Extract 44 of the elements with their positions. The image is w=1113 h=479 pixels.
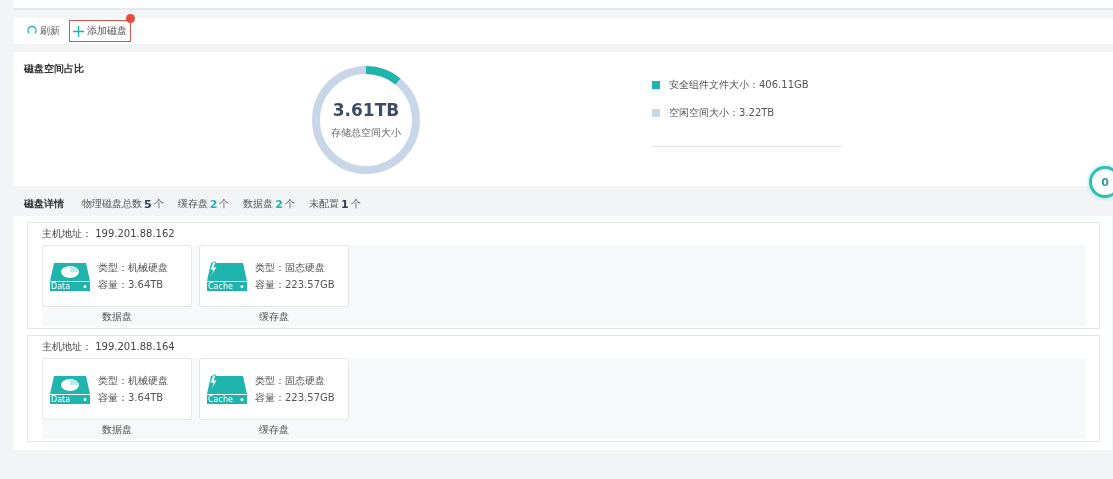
- section-title: 磁盘空间占比: [24, 62, 84, 76]
- stat-unit: 个: [219, 197, 230, 211]
- total-label: 存储总空间大小: [330, 126, 402, 140]
- refresh-icon: [27, 26, 37, 36]
- stat-count: 2: [209, 197, 218, 211]
- disk-type: 类型：机械硬盘: [98, 373, 168, 388]
- host-address: 主机地址： 199.201.88.162: [42, 227, 176, 241]
- disk-caption: 缓存盘: [259, 310, 289, 324]
- disk-type: 类型：固态硬盘: [255, 373, 326, 388]
- disk-type: 类型：机械硬盘: [98, 260, 168, 275]
- disk-type: 类型：固态硬盘: [255, 260, 326, 275]
- solid-state-drive-icon: [207, 261, 247, 291]
- solid-state-drive-icon: [207, 374, 247, 404]
- disk-capacity: 容量：3.64TB: [98, 390, 165, 405]
- add-disk-button[interactable]: 添加磁盘: [69, 20, 131, 42]
- hard-drive-icon: [50, 374, 90, 404]
- disk-card[interactable]: Cache 类型：固态硬盘 容量：223.57GB: [199, 245, 349, 307]
- legend-label: 空闲空间大小：3.22TB: [669, 106, 775, 120]
- stat-label: 物理磁盘总数: [82, 197, 142, 211]
- disk-capacity: 容量：3.64TB: [98, 277, 165, 292]
- stat-count: 1: [340, 197, 349, 211]
- disk-capacity: 容量：223.57GB: [255, 277, 335, 292]
- disk-card[interactable]: Data 类型：机械硬盘 容量：3.64TB: [42, 358, 192, 420]
- hard-drive-icon: [50, 261, 90, 291]
- refresh-button[interactable]: 刷新: [24, 20, 63, 42]
- disk-card[interactable]: Data 类型：机械硬盘 容量：3.64TB: [42, 245, 192, 307]
- disk-capacity: 容量：223.57GB: [255, 390, 335, 405]
- stat-unit: 个: [153, 197, 164, 211]
- disk-caption: 缓存盘: [259, 423, 289, 437]
- stat-label: 缓存盘: [177, 197, 208, 211]
- disk-card[interactable]: Cache 类型：固态硬盘 容量：223.57GB: [199, 358, 349, 420]
- stat-count: 2: [275, 197, 283, 211]
- stat-unit: 个: [350, 197, 361, 211]
- stat-label: 数据盘: [243, 197, 274, 211]
- disk-caption: 数据盘: [102, 423, 132, 437]
- legend-label: 安全组件文件大小：406.11GB: [669, 78, 809, 92]
- disk-caption: 数据盘: [102, 310, 132, 324]
- stat-label: 未配置: [308, 197, 339, 211]
- section-title: 磁盘详情: [24, 197, 64, 211]
- stat-unit: 个: [284, 197, 295, 211]
- total-value: 3.61TB: [331, 100, 401, 120]
- host-address: 主机地址： 199.201.88.164: [42, 340, 176, 354]
- stat-count: 5: [144, 197, 152, 211]
- plus-icon: [73, 25, 84, 37]
